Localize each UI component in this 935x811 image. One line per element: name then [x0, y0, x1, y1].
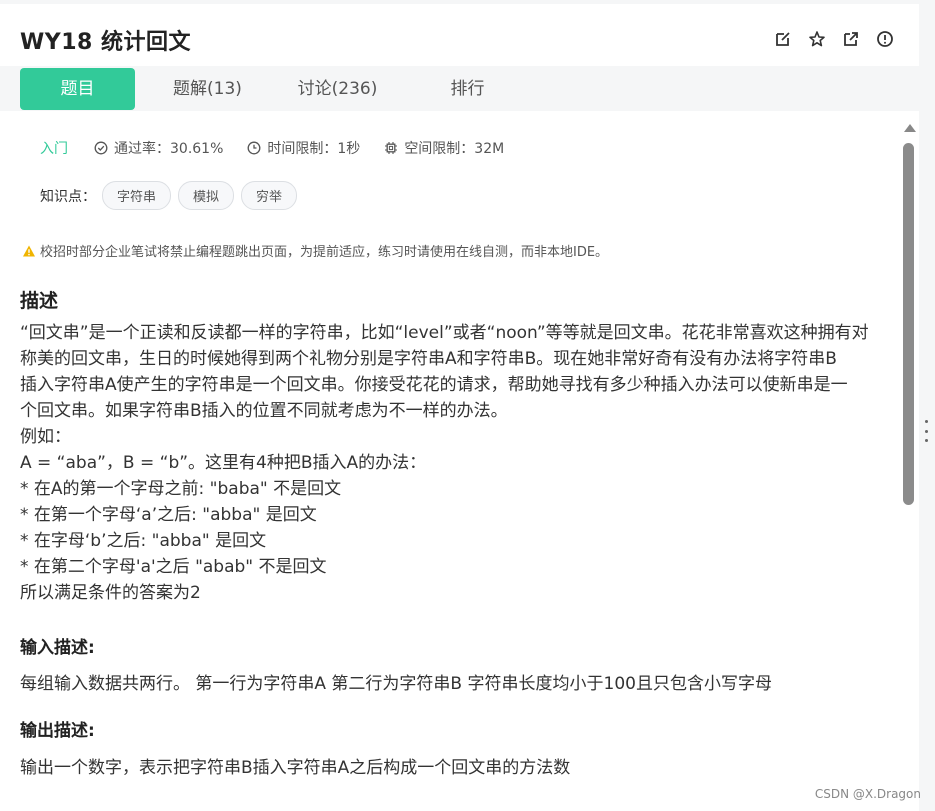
scrollbar-thumb[interactable]: [903, 143, 914, 505]
tag-string[interactable]: 字符串: [102, 181, 172, 210]
output-description-heading: 输出描述:: [20, 721, 95, 741]
tab-bar: 题目 题解(13) 讨论(236) 排行: [0, 66, 919, 111]
panel-resize-handle[interactable]: [924, 420, 928, 442]
tab-discussion[interactable]: 讨论(236): [280, 68, 395, 110]
time-limit-text: 时间限制：1秒: [267, 141, 361, 157]
tab-problem[interactable]: 题目: [20, 68, 135, 110]
pass-rate-text: 通过率：30.61%: [114, 141, 224, 157]
time-limit: 时间限制：1秒: [247, 138, 360, 158]
tag-enumeration[interactable]: 穷举: [241, 181, 298, 210]
problem-panel: WY18 统计回文 题目 题解(13) 讨论(236) 排行 入门 通过率：30…: [0, 4, 919, 811]
warning-icon: [23, 245, 35, 256]
check-circle-icon: [94, 141, 108, 155]
space-limit: 空间限制：32M: [384, 138, 504, 158]
report-icon[interactable]: [875, 29, 895, 49]
description-line: “回文串”是一个正读和反读都一样的字符串，比如“level”或者“noon”等等…: [20, 323, 869, 343]
problem-header: WY18 统计回文: [0, 4, 919, 66]
description-line: 称美的回文串，生日的时候她得到两个礼物分别是字符串A和字符串B。现在她非常好奇有…: [20, 349, 837, 369]
space-limit-text: 空间限制：32M: [404, 141, 505, 157]
description-body: “回文串”是一个正读和反读都一样的字符串，比如“level”或者“noon”等等…: [20, 320, 880, 606]
input-description-heading: 输入描述:: [20, 638, 95, 658]
description-line: 所以满足条件的答案为2: [20, 583, 201, 603]
star-icon[interactable]: [807, 29, 827, 49]
warning-notice: 校招时部分企业笔试将禁止编程题跳出页面，为提前适应，练习时请使用在线自测，而非本…: [22, 241, 608, 260]
input-description-text: 每组输入数据共两行。 第一行为字符串A 第二行为字符串B 字符串长度均小于100…: [20, 674, 772, 694]
description-line: * 在第一个字母‘a’之后: "abba" 是回文: [20, 505, 317, 525]
knowledge-label: 知识点：: [40, 188, 96, 205]
description-line: * 在字母‘b’之后: "abba" 是回文: [20, 531, 267, 551]
problem-meta: 入门 通过率：30.61% 时间限制：1秒 空间限制：32M: [40, 138, 528, 158]
warning-text: 校招时部分企业笔试将禁止编程题跳出页面，为提前适应，练习时请使用在线自测，而非本…: [40, 245, 609, 260]
pass-rate: 通过率：30.61%: [94, 138, 223, 158]
knowledge-points: 知识点： 字符串 模拟 穷举: [40, 181, 304, 210]
header-actions: [773, 29, 895, 49]
tab-ranking[interactable]: 排行: [410, 68, 525, 110]
tag-simulation[interactable]: 模拟: [178, 181, 235, 210]
problem-title: WY18 统计回文: [20, 30, 191, 55]
watermark: CSDN @X.Dragon: [814, 787, 921, 801]
chip-icon: [385, 142, 398, 154]
description-line: 插入字符串A使产生的字符串是一个回文串。你接受花花的请求，帮助她寻找有多少种插入…: [20, 375, 848, 395]
description-line: * 在第二个字母'a'之后 "abab" 不是回文: [20, 557, 327, 577]
description-line: A = “aba”，B = “b”。这里有4种把B插入A的办法：: [20, 453, 427, 473]
description-line: * 在A的第一个字母之前: "baba" 不是回文: [20, 479, 342, 499]
output-description-text: 输出一个数字，表示把字符串B插入字符串A之后构成一个回文串的方法数: [20, 758, 571, 778]
scroll-up-arrow[interactable]: [904, 124, 916, 132]
edit-icon[interactable]: [773, 29, 793, 49]
open-external-icon[interactable]: [841, 29, 861, 49]
problem-content: 入门 通过率：30.61% 时间限制：1秒 空间限制：32M 知识点： 字符串 …: [0, 118, 895, 811]
description-line: 例如：: [20, 427, 71, 447]
description-line: 个回文串。如果字符串B插入的位置不同就考虑为不一样的办法。: [20, 401, 508, 421]
difficulty-level: 入门: [40, 141, 68, 157]
tab-solutions[interactable]: 题解(13): [150, 68, 265, 110]
clock-icon: [247, 141, 261, 155]
description-heading: 描述: [20, 290, 59, 312]
